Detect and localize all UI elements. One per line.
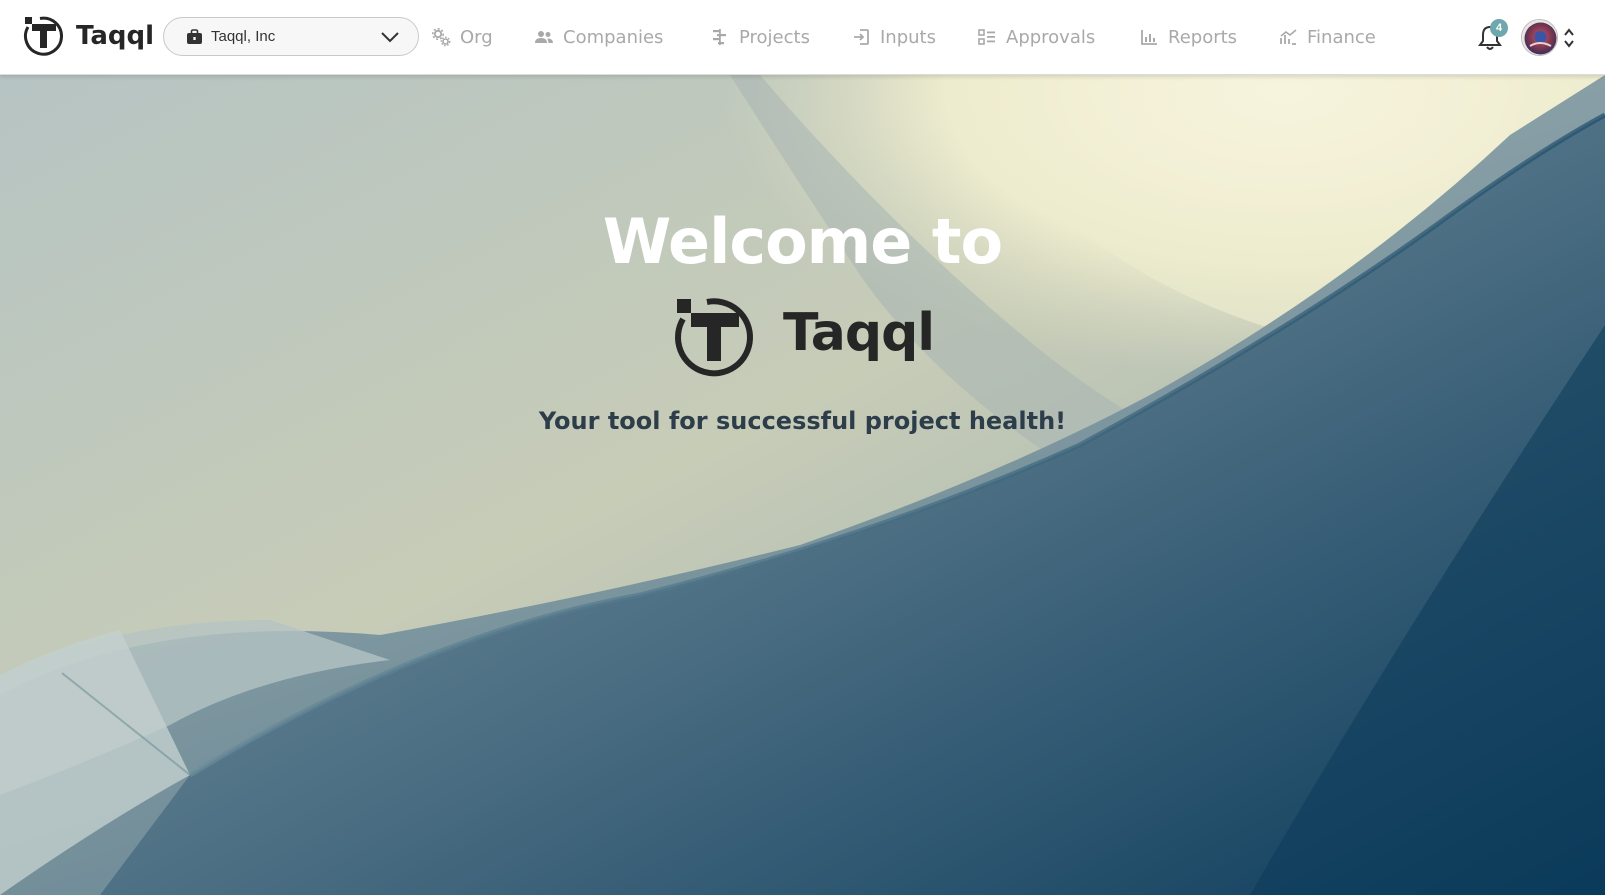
- nav-item-org-label: Org: [460, 26, 493, 48]
- hero-brand: Taqql: [671, 293, 941, 381]
- organization-select[interactable]: Taqql, Inc: [163, 17, 419, 56]
- hero-tagline: Your tool for successful project health!: [538, 407, 1067, 435]
- input-icon: [854, 29, 869, 45]
- nav-item-inputs[interactable]: Inputs: [851, 22, 936, 52]
- nav-item-companies-label: Companies: [563, 26, 664, 48]
- taqql-logo-icon: [675, 298, 753, 377]
- nav-item-inputs-label: Inputs: [880, 26, 936, 48]
- avatar-image: [1522, 20, 1557, 55]
- nav-item-approvals[interactable]: Approvals: [977, 22, 1095, 52]
- nav-item-org[interactable]: Org: [431, 22, 493, 52]
- notification-count-badge: 4: [1490, 19, 1508, 37]
- nav-item-projects[interactable]: Projects: [710, 22, 810, 52]
- top-navigation-bar: Taqql Taqql, Inc Org Companies Projects …: [0, 0, 1605, 75]
- nav-item-finance[interactable]: Finance: [1278, 22, 1376, 52]
- nav-item-companies[interactable]: Companies: [534, 22, 663, 52]
- briefcase-icon: [187, 29, 202, 44]
- settings-cog-icon: [432, 28, 451, 47]
- user-avatar[interactable]: [1521, 19, 1558, 56]
- finance-icon: [1280, 29, 1297, 45]
- nav-item-reports[interactable]: Reports: [1139, 22, 1237, 52]
- checklist-icon: [978, 29, 995, 45]
- nav-item-projects-label: Projects: [739, 26, 810, 48]
- nav-item-reports-label: Reports: [1168, 26, 1238, 48]
- taqql-logo-icon: [24, 16, 63, 56]
- projects-icon: [713, 29, 726, 45]
- chevron-down-icon: [381, 32, 399, 43]
- brand-name: Taqql: [76, 21, 155, 51]
- nav-item-finance-label: Finance: [1307, 26, 1376, 48]
- bar-chart-icon: [1141, 30, 1157, 45]
- nav-item-approvals-label: Approvals: [1006, 26, 1096, 48]
- welcome-heading: Welcome to: [602, 205, 1003, 278]
- brand-home-link[interactable]: Taqql: [22, 14, 154, 58]
- organization-select-value: Taqql, Inc: [211, 28, 276, 45]
- hero-brand-name: Taqql: [783, 303, 935, 363]
- expand-collapse-icon[interactable]: [1562, 25, 1576, 51]
- people-icon: [535, 31, 553, 43]
- welcome-hero: Welcome to Taqql Your tool for successfu…: [0, 75, 1605, 895]
- hero-background-image: [0, 75, 1605, 895]
